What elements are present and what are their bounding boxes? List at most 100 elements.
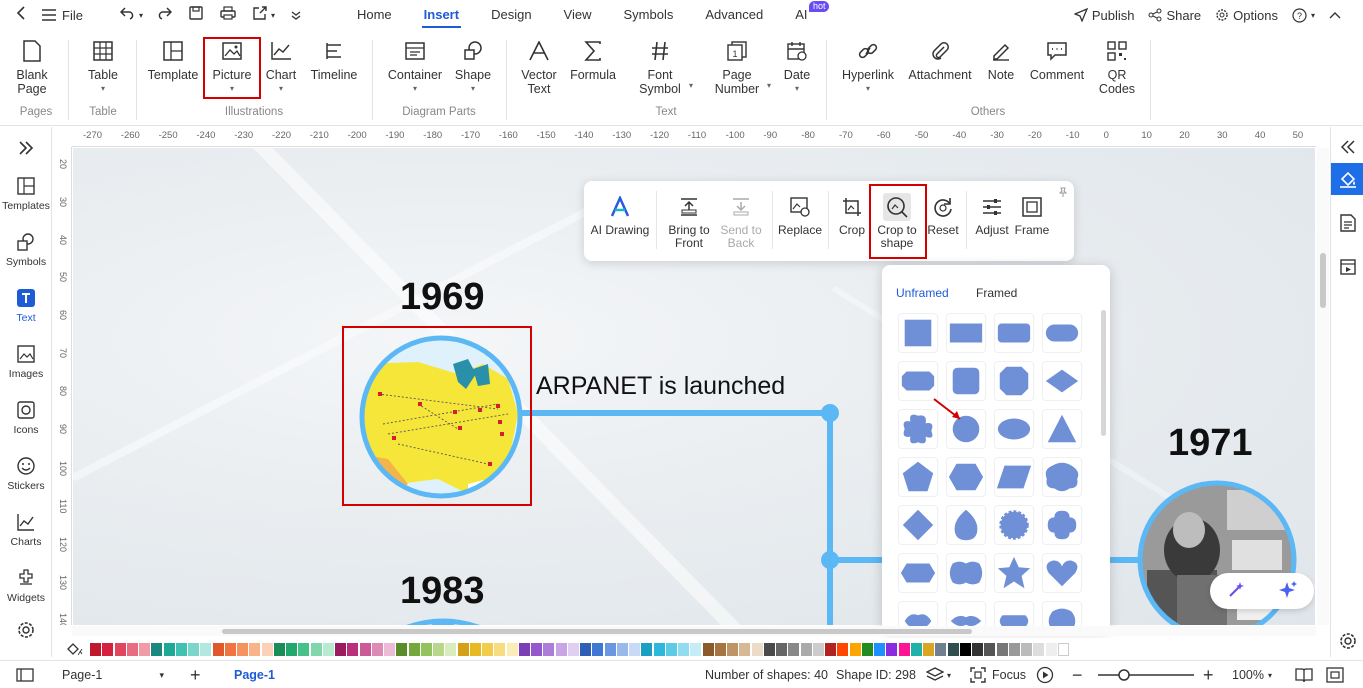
play-presentation-button[interactable]	[1036, 661, 1054, 688]
page-number-caret-icon[interactable]: ▾	[767, 81, 771, 90]
scrollbar-thumb[interactable]	[1320, 253, 1326, 308]
publish-button[interactable]: Publish	[1073, 8, 1134, 23]
color-swatch[interactable]	[175, 642, 187, 656]
color-swatch[interactable]	[972, 642, 983, 656]
color-swatch[interactable]	[347, 642, 359, 656]
font-symbol-caret-icon[interactable]: ▾	[689, 81, 693, 90]
color-swatch[interactable]	[580, 642, 591, 656]
color-swatch[interactable]	[518, 642, 530, 656]
bring-to-front-button[interactable]: Bring to Front	[664, 193, 714, 250]
color-swatch[interactable]	[469, 642, 481, 656]
color-swatch[interactable]	[457, 642, 469, 656]
slides-panel-button[interactable]	[1331, 251, 1363, 283]
color-swatch[interactable]	[935, 642, 947, 656]
chart-button[interactable]: Chart ▾	[264, 38, 298, 96]
color-swatch[interactable]	[874, 642, 885, 656]
export-icon[interactable]	[249, 6, 271, 24]
crop-shape-scallop-rect[interactable]	[946, 553, 986, 593]
color-swatch[interactable]	[163, 642, 175, 656]
color-swatch[interactable]	[1045, 642, 1057, 656]
expand-sidebar-button[interactable]	[0, 141, 52, 155]
color-swatch[interactable]	[200, 642, 212, 656]
save-icon[interactable]	[185, 6, 207, 24]
font-symbol-button[interactable]: Font Symbol	[632, 38, 688, 96]
frame-button[interactable]: Frame	[1014, 193, 1050, 237]
crop-shape-octagon-square[interactable]	[994, 361, 1034, 401]
crop-shape-hexagon[interactable]	[946, 457, 986, 497]
crop-button[interactable]: Crop	[836, 193, 868, 237]
sidebar-item-widgets[interactable]: Widgets	[0, 567, 52, 604]
share-button[interactable]: Share	[1148, 8, 1201, 23]
tab-framed[interactable]: Framed	[976, 286, 1017, 300]
scrollbar-thumb[interactable]	[222, 629, 972, 634]
send-to-back-button[interactable]: Send to Back	[716, 193, 766, 250]
color-swatch[interactable]	[837, 642, 849, 656]
pin-icon[interactable]	[1058, 186, 1068, 200]
canvas-horizontal-scrollbar[interactable]	[72, 626, 1316, 636]
color-swatch[interactable]	[910, 642, 922, 656]
color-swatch[interactable]	[788, 642, 800, 656]
crop-shape-heart[interactable]	[1042, 553, 1082, 593]
focus-button[interactable]: Focus	[970, 661, 1026, 688]
color-swatch[interactable]	[825, 642, 836, 656]
tab-unframed[interactable]: Unframed	[896, 286, 949, 300]
formula-button[interactable]: Formula	[570, 38, 616, 82]
color-swatch[interactable]	[371, 642, 383, 656]
color-swatch[interactable]	[90, 642, 101, 656]
options-button[interactable]: Options	[1215, 8, 1278, 23]
page-panel-button[interactable]	[1331, 207, 1363, 239]
color-swatch[interactable]	[763, 642, 775, 656]
page-number-button[interactable]: 1 Page Number	[710, 38, 764, 96]
undo-dropdown-icon[interactable]: ▾	[139, 11, 143, 20]
crop-shape-pentagon[interactable]	[898, 457, 938, 497]
help-button[interactable]: ? ▾	[1292, 7, 1315, 23]
timeline-node[interactable]	[821, 404, 839, 422]
settings-button-right[interactable]	[1331, 625, 1363, 657]
fill-bucket-icon[interactable]	[66, 642, 84, 659]
crop-shape-diamond[interactable]	[898, 505, 938, 545]
color-swatch[interactable]	[996, 642, 1008, 656]
tab-ai[interactable]: AI hot	[779, 0, 830, 30]
note-button[interactable]: Note	[984, 38, 1018, 82]
fit-page-icon[interactable]	[1326, 661, 1344, 688]
tab-insert[interactable]: Insert	[408, 0, 475, 30]
color-swatch[interactable]	[384, 642, 395, 656]
color-swatch[interactable]	[1021, 642, 1032, 656]
hyperlink-button[interactable]: Hyperlink ▾	[840, 38, 896, 96]
color-swatch[interactable]	[641, 642, 653, 656]
container-button[interactable]: Container ▾	[386, 38, 444, 96]
collapse-ribbon-icon[interactable]	[1329, 11, 1341, 19]
redo-icon[interactable]	[153, 6, 175, 24]
crop-shape-cloud-hex[interactable]	[1042, 457, 1082, 497]
color-swatch[interactable]	[567, 642, 579, 656]
color-swatch[interactable]	[1008, 642, 1020, 656]
crop-shape-triangle[interactable]	[1042, 409, 1082, 449]
adjust-button[interactable]: Adjust	[972, 193, 1012, 237]
color-swatch[interactable]	[739, 642, 751, 656]
settings-button[interactable]	[0, 621, 52, 639]
color-swatch[interactable]	[727, 642, 738, 656]
color-swatch[interactable]	[947, 642, 959, 656]
crop-shape-star[interactable]	[994, 553, 1034, 593]
book-view-icon[interactable]	[1295, 661, 1313, 688]
crop-shape-wide-hexagon[interactable]	[898, 553, 938, 593]
color-swatch[interactable]	[433, 642, 444, 656]
color-swatch[interactable]	[322, 642, 334, 656]
replace-button[interactable]: Replace	[778, 193, 822, 237]
color-swatch[interactable]	[126, 642, 138, 656]
color-swatch[interactable]	[800, 642, 812, 656]
sidebar-item-text[interactable]: Text	[0, 287, 52, 324]
page-tab-active[interactable]: Page-1	[234, 661, 275, 688]
crop-shape-rounded-rect[interactable]	[994, 313, 1034, 353]
year-1971-label[interactable]: 1971	[1168, 422, 1253, 465]
crop-shape-pill[interactable]	[1042, 313, 1082, 353]
magic-wand-icon[interactable]	[1227, 581, 1245, 602]
ai-sparkle-icon[interactable]	[1278, 580, 1298, 603]
color-swatch[interactable]	[261, 642, 273, 656]
shape-panel-scrollbar[interactable]	[1101, 310, 1106, 436]
color-swatch[interactable]	[886, 642, 898, 656]
qr-codes-button[interactable]: QR Codes	[1098, 38, 1136, 96]
color-swatch[interactable]	[1057, 642, 1069, 656]
crop-shape-square[interactable]	[898, 313, 938, 353]
template-button[interactable]: Template	[148, 38, 198, 82]
